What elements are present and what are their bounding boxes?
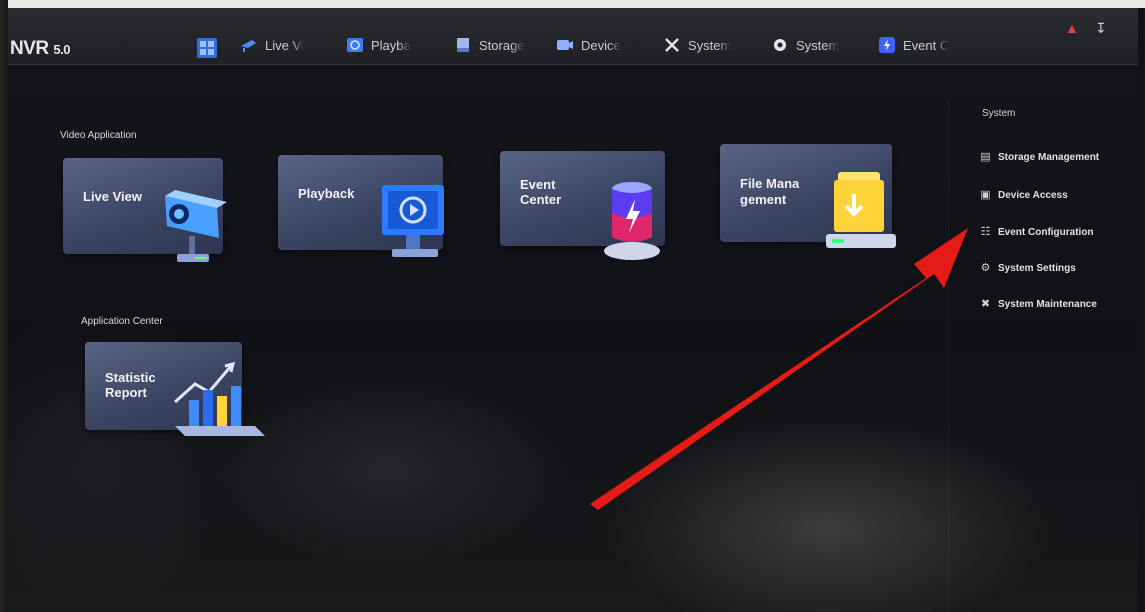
tab-storage[interactable]: Storage <box>454 33 532 57</box>
siren-icon <box>604 182 660 260</box>
monitor-bezel <box>0 0 8 612</box>
tab-label: Storage <box>479 37 525 53</box>
tab-label: System <box>688 37 732 53</box>
maintenance-tools-icon: ✖ <box>980 298 991 310</box>
system-sidebar: System ▤ Storage Management ▣ Device Acc… <box>948 98 1138 612</box>
top-navigation-bar: NVR 5.0 Live Vi Playba Storage Device Sy… <box>8 8 1138 65</box>
tile-live-view[interactable]: Live View <box>63 158 227 262</box>
alarm-bell-icon[interactable]: ▲ <box>1065 20 1079 36</box>
sidebar-item-label: System Maintenance <box>998 299 1097 310</box>
folder-icon <box>826 172 896 248</box>
brand-name: NVR <box>10 38 49 59</box>
tile-label: Playback <box>298 186 355 201</box>
tile-label: Event Center <box>520 177 562 207</box>
tab-label: Playba <box>371 37 411 53</box>
tab-label: Event C <box>903 37 950 53</box>
tab-system-settings[interactable]: System <box>771 33 851 57</box>
tab-playback[interactable]: Playba <box>346 33 424 57</box>
sidebar-item-system-settings[interactable]: ⚙ System Settings <box>979 262 1076 275</box>
brand-version: 5.0 <box>53 42 70 57</box>
home-grid-button[interactable] <box>197 38 217 58</box>
download-icon[interactable]: ↧ <box>1095 20 1107 37</box>
gear-icon <box>774 39 786 51</box>
tile-label: Live View <box>83 189 143 204</box>
section-title-video-application: Video Application <box>60 130 137 141</box>
tab-event-center[interactable]: Event C <box>878 33 954 57</box>
tab-system-maintenance[interactable]: System <box>663 33 743 57</box>
camera-icon <box>165 190 227 262</box>
tab-device[interactable]: Device <box>556 33 636 57</box>
tile-playback[interactable]: Playback <box>278 155 444 257</box>
sidebar-item-device-access[interactable]: ▣ Device Access <box>979 189 1068 202</box>
sidebar-item-event-configuration[interactable]: ☷ Event Configuration <box>979 226 1094 239</box>
device-access-icon: ▣ <box>980 189 991 201</box>
sidebar-item-system-maintenance[interactable]: ✖ System Maintenance <box>979 298 1097 311</box>
tools-icon <box>665 38 679 52</box>
storage-management-icon: ▤ <box>980 151 991 163</box>
tile-label: File Mana gement <box>740 176 800 207</box>
brand-logo: NVR 5.0 <box>10 38 70 60</box>
sidebar-item-storage-management[interactable]: ▤ Storage Management <box>979 151 1100 164</box>
sidebar-item-label: Device Access <box>998 190 1068 201</box>
bar-chart-icon <box>173 362 265 436</box>
sidebar-title: System <box>982 108 1016 119</box>
tab-live-view[interactable]: Live Vi <box>240 33 320 57</box>
camera-icon <box>241 40 256 52</box>
tile-statistic-report[interactable]: Statistic Report <box>85 342 265 436</box>
tile-file-management[interactable]: File Mana gement <box>720 144 896 248</box>
nvr-screen: NVR 5.0 Live Vi Playba Storage Device Sy… <box>8 8 1138 612</box>
device-icon <box>557 40 573 50</box>
event-icon <box>879 37 895 53</box>
sidebar-item-label: Event Configuration <box>998 227 1094 238</box>
sidebar-item-label: System Settings <box>998 263 1076 274</box>
tab-label: Device <box>581 37 621 53</box>
playback-icon <box>382 185 444 257</box>
tile-event-center[interactable]: Event Center <box>500 151 665 260</box>
section-title-application-center: Application Center <box>81 316 163 327</box>
storage-icon <box>457 38 469 52</box>
photo-edge <box>0 0 1145 8</box>
tab-label: System <box>796 37 840 53</box>
settings-gear-icon: ⚙ <box>980 262 991 274</box>
playback-icon <box>347 38 363 52</box>
event-configuration-icon: ☷ <box>980 226 991 238</box>
sidebar-item-label: Storage Management <box>998 152 1100 163</box>
tab-label: Live Vi <box>265 37 304 53</box>
